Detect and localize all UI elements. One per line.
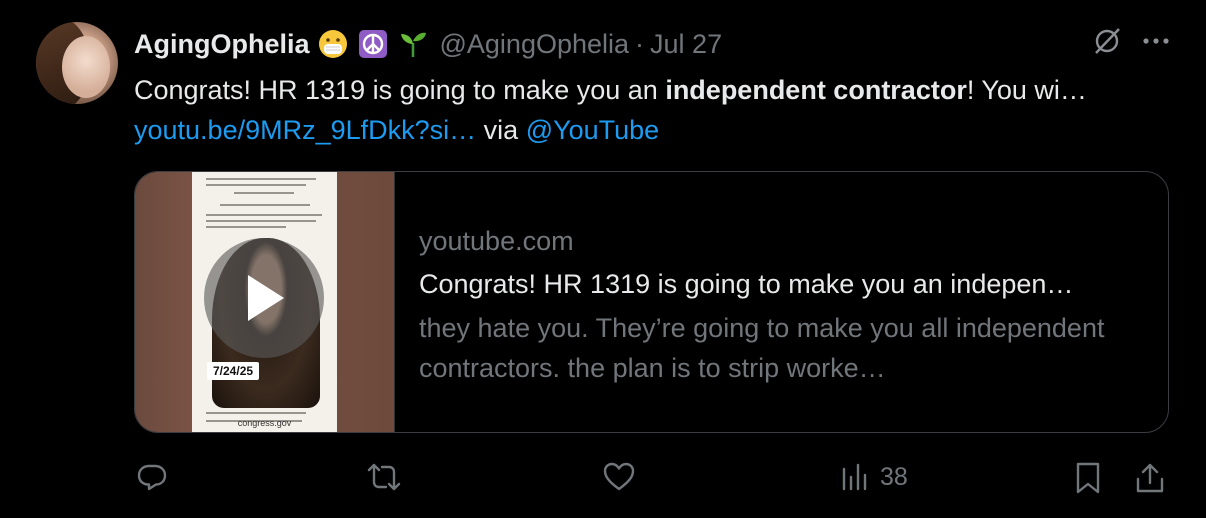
reply-icon <box>136 461 168 493</box>
card-title: Congrats! HR 1319 is going to make you a… <box>419 269 1074 299</box>
grok-icon[interactable] <box>1092 26 1122 56</box>
bookmark-button[interactable] <box>1074 461 1102 495</box>
video-thumbnail[interactable]: congress.gov 7/24/25 <box>135 172 395 432</box>
action-bar: 38 <box>134 455 1169 499</box>
display-name[interactable]: AgingOphelia <box>134 29 310 60</box>
avatar[interactable] <box>36 22 118 104</box>
card-description: they hate you. They’re going to make you… <box>419 313 1105 383</box>
views-count: 38 <box>880 462 908 491</box>
author-handle[interactable]: @AgingOphelia <box>440 29 630 60</box>
youtube-link[interactable]: youtu.be/9MRz_9LfDkk?si… <box>134 115 476 145</box>
views-button[interactable]: 38 <box>840 461 908 493</box>
like-button[interactable] <box>602 461 636 493</box>
tweet-text-part2: ! You wi… <box>966 75 1087 105</box>
peace-symbol-emoji-icon <box>356 27 390 61</box>
post-date[interactable]: Jul 27 <box>650 29 722 60</box>
repost-icon <box>366 461 402 493</box>
tweet-text-via: via <box>476 115 526 145</box>
analytics-icon <box>840 461 870 493</box>
thumbnail-date-badge: 7/24/25 <box>207 362 260 380</box>
link-preview-card[interactable]: congress.gov 7/24/25 youtube.com Congrat… <box>134 171 1169 433</box>
thumbnail-footer: congress.gov <box>237 418 292 428</box>
tweet-text: Congrats! HR 1319 is going to make you a… <box>134 70 1144 150</box>
tweet-text-part1: Congrats! HR 1319 is going to make you a… <box>134 75 666 105</box>
separator-dot: · <box>635 28 645 59</box>
mask-face-emoji-icon <box>316 27 350 61</box>
youtube-mention[interactable]: @YouTube <box>526 115 660 145</box>
share-icon <box>1134 461 1166 495</box>
tweet-header: AgingOphelia @AgingOphelia · Jul 27 <box>134 26 722 62</box>
reply-button[interactable] <box>136 461 168 493</box>
card-body: youtube.com Congrats! HR 1319 is going t… <box>395 172 1168 432</box>
card-domain: youtube.com <box>419 226 574 256</box>
play-button-icon[interactable] <box>204 238 324 358</box>
top-right-controls <box>1092 26 1170 56</box>
heart-icon <box>602 461 636 493</box>
repost-button[interactable] <box>366 461 402 493</box>
seedling-emoji-icon <box>396 27 430 61</box>
tweet-text-bold: independent contractor <box>665 75 967 105</box>
avatar-face <box>62 36 110 98</box>
more-options-icon[interactable] <box>1142 36 1170 46</box>
bookmark-icon <box>1074 461 1102 495</box>
share-button[interactable] <box>1134 461 1166 495</box>
